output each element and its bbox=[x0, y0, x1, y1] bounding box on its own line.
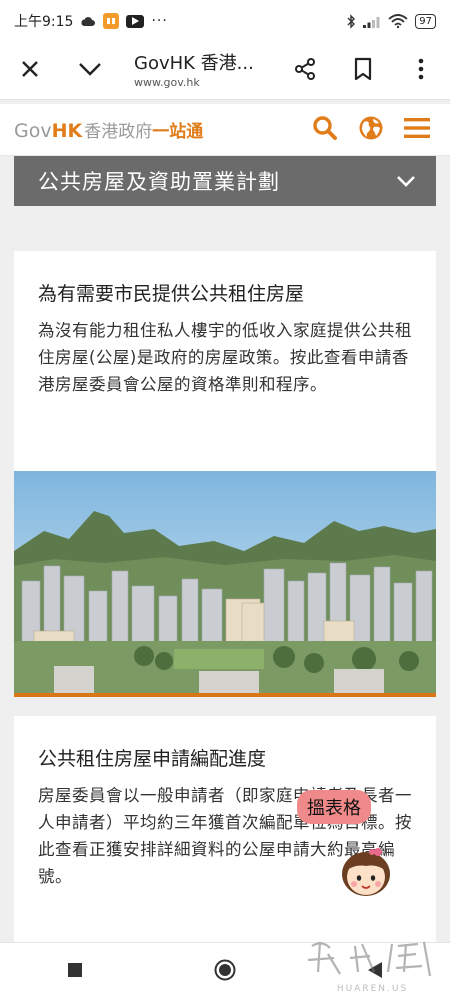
site-header: Gov HK 香港政府 一站通 bbox=[0, 104, 450, 156]
section-title: 公共房屋及資助置業計劃 bbox=[38, 170, 280, 194]
recents-button[interactable] bbox=[45, 947, 105, 997]
language-button[interactable] bbox=[348, 110, 394, 150]
app-notification-icon bbox=[103, 13, 120, 29]
chevron-down-icon bbox=[78, 61, 102, 80]
card-title: 公共租住房屋申請編配進度 bbox=[38, 748, 267, 770]
status-time: 上午9:15 bbox=[14, 14, 74, 30]
share-icon bbox=[293, 57, 317, 85]
more-options-button[interactable] bbox=[392, 42, 450, 100]
recents-icon bbox=[68, 962, 82, 981]
more-notifications-icon: ··· bbox=[151, 13, 168, 29]
card-title: 為有需要市民提供公共租住房屋 bbox=[38, 283, 305, 305]
wifi-icon bbox=[388, 14, 408, 28]
minimize-button[interactable] bbox=[60, 42, 120, 100]
battery-indicator: 97 bbox=[415, 13, 436, 29]
watermark-text: HUAREN.US bbox=[336, 984, 409, 994]
close-icon bbox=[20, 59, 40, 83]
govhk-logo[interactable]: Gov HK 香港政府 一站通 bbox=[14, 117, 203, 142]
more-vert-icon bbox=[418, 58, 424, 84]
signal-icon bbox=[363, 15, 381, 28]
menu-icon bbox=[404, 117, 430, 143]
mascot-icon[interactable] bbox=[336, 840, 396, 900]
find-form-button[interactable]: 搵表格 bbox=[297, 790, 371, 824]
public-housing-photo bbox=[14, 471, 436, 693]
logo-zh-text: 香港政府 bbox=[84, 122, 153, 142]
bluetooth-icon bbox=[346, 13, 356, 29]
logo-zh-highlight-text: 一站通 bbox=[152, 122, 204, 142]
status-bar: 上午9:15 ··· 97 bbox=[0, 0, 450, 42]
section-dropdown[interactable]: 公共房屋及資助置業計劃 bbox=[14, 156, 436, 206]
info-card[interactable]: 公共租住房屋申請編配進度 房屋委員會以一般申請者（即家庭申請者及長者一人申請者）… bbox=[14, 716, 436, 960]
watermark-logo: HUAREN.US bbox=[300, 932, 445, 998]
youtube-icon bbox=[126, 14, 145, 28]
close-tab-button[interactable] bbox=[0, 42, 60, 100]
browser-toolbar: GovHK 香港... www.gov.hk bbox=[0, 42, 450, 100]
page-title-area[interactable]: GovHK 香港... www.gov.hk bbox=[120, 52, 276, 90]
info-card[interactable]: 為有需要市民提供公共租住房屋 為沒有能力租住私人樓宇的低收入家庭提供公共租住房屋… bbox=[14, 251, 436, 697]
page-url: www.gov.hk bbox=[134, 75, 200, 89]
share-button[interactable] bbox=[276, 42, 334, 100]
chevron-down-icon bbox=[396, 172, 416, 191]
menu-button[interactable] bbox=[394, 110, 440, 150]
bookmark-icon bbox=[353, 57, 373, 85]
home-button[interactable] bbox=[195, 947, 255, 997]
home-icon bbox=[214, 959, 236, 985]
card-accent-bar bbox=[14, 693, 436, 697]
card-description: 為沒有能力租住私人樓宇的低收入家庭提供公共租住房屋(公屋)是政府的房屋政策。按此… bbox=[38, 321, 412, 394]
logo-hk-text: HK bbox=[51, 120, 83, 142]
globe-icon bbox=[358, 115, 384, 145]
logo-gov-text: Gov bbox=[14, 120, 52, 142]
search-icon bbox=[312, 115, 338, 145]
bookmark-button[interactable] bbox=[334, 42, 392, 100]
search-button[interactable] bbox=[302, 110, 348, 150]
page-title: GovHK 香港... bbox=[134, 52, 254, 74]
cloud-icon bbox=[80, 16, 96, 27]
